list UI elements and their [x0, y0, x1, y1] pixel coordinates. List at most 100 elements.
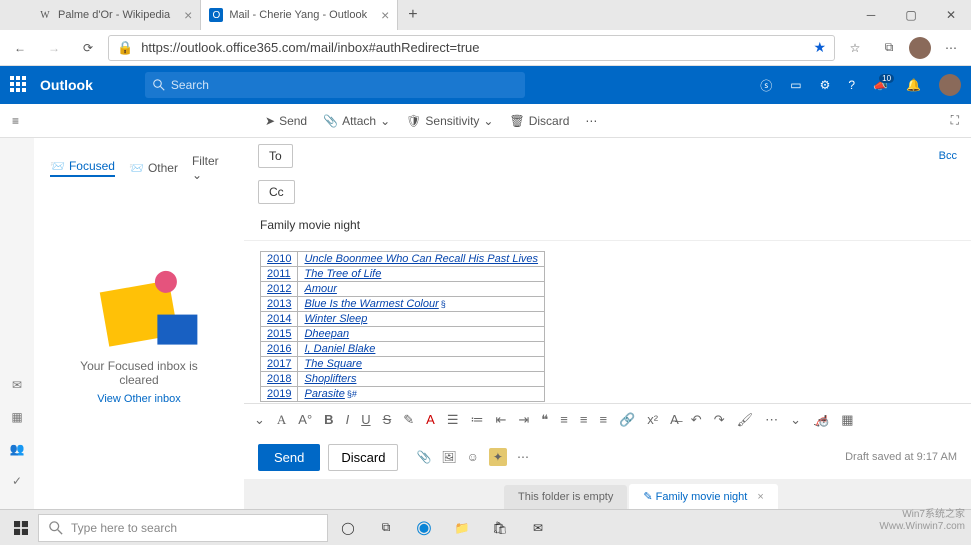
sensitivity-command[interactable]: 🛡Sensitivity⌄ — [406, 114, 493, 128]
favorite-star-icon[interactable]: ★ — [813, 39, 826, 56]
accessibility-icon[interactable]: 🦽 — [813, 412, 829, 428]
close-tab-icon[interactable]: × — [184, 7, 192, 23]
people-rail-icon[interactable]: 👥 — [10, 442, 25, 456]
back-button[interactable]: ← — [6, 34, 34, 62]
send-icon: ➤ — [265, 114, 275, 128]
app-launcher-icon[interactable] — [10, 76, 28, 94]
taskbar-search-placeholder: Type here to search — [71, 521, 177, 535]
attach-icon: 📎 — [323, 114, 338, 128]
bullets-icon[interactable]: ☰ — [447, 412, 459, 428]
filter-dropdown[interactable]: Filter ⌄ — [192, 154, 228, 182]
mail-rail-icon[interactable]: ✉ — [12, 378, 22, 392]
suggestions-icon[interactable]: ✦ — [489, 448, 507, 466]
close-tab-icon[interactable]: × — [381, 7, 389, 23]
styles-icon[interactable]: ⌄ — [790, 412, 801, 428]
font-color-icon[interactable]: A — [277, 412, 286, 428]
help-icon[interactable]: ? — [848, 78, 855, 92]
more-commands[interactable]: ⋯ — [585, 114, 597, 128]
collections-button[interactable]: ⧉ — [875, 34, 903, 62]
tasks-rail-icon[interactable]: ✓ — [12, 474, 22, 488]
superscript-icon[interactable]: x² — [647, 412, 658, 427]
mail-taskbar-icon[interactable]: ✉ — [520, 513, 556, 543]
chevron-down-icon: ⌄ — [380, 114, 390, 128]
minimize-button[interactable]: ─ — [851, 0, 891, 30]
outlook-today-icon[interactable]: ▭ — [790, 78, 801, 92]
bcc-link[interactable]: Bcc — [939, 150, 957, 162]
browser-tab-wikipedia[interactable]: W Palme d'Or - Wikipedia × — [30, 0, 201, 30]
undo-icon[interactable]: ↶ — [691, 412, 702, 428]
calendar-rail-icon[interactable]: ▦ — [11, 410, 22, 424]
send-button[interactable]: Send — [258, 444, 320, 471]
insert-picture-icon[interactable]: 🖼 — [441, 450, 456, 464]
taskbar-search-input[interactable]: Type here to search — [38, 514, 328, 542]
quote-icon[interactable]: ❝ — [541, 412, 548, 428]
start-button[interactable] — [6, 513, 36, 543]
chevron-down-icon: ⌄ — [483, 114, 493, 128]
attach-file-icon[interactable]: 📎 — [416, 450, 431, 464]
profile-avatar[interactable] — [909, 37, 931, 59]
strikethrough-button[interactable]: S — [383, 412, 392, 427]
more-format-icon[interactable]: ⋯ — [765, 412, 778, 428]
to-button[interactable]: To — [258, 144, 293, 168]
align-right-icon[interactable]: ≡ — [599, 412, 607, 427]
hamburger-menu-icon[interactable]: ≡ — [12, 114, 19, 128]
message-body[interactable]: 2010Uncle Boonmee Who Can Recall His Pas… — [244, 241, 971, 403]
microsoft-store-icon[interactable]: 🛍 — [482, 513, 518, 543]
compose-command-bar: ≡ ➤Send 📎Attach⌄ 🛡Sensitivity⌄ 🗑Discard … — [0, 104, 971, 138]
underline-button[interactable]: U — [361, 412, 370, 427]
redo-icon[interactable]: ↷ — [714, 412, 725, 428]
forward-button[interactable]: → — [40, 34, 68, 62]
sensitivity-icon: 🛡 — [406, 114, 421, 128]
draft-tab[interactable]: ✎ Family movie night× — [629, 484, 777, 509]
file-explorer-icon[interactable]: 📁 — [444, 513, 480, 543]
empty-inbox-illustration — [100, 280, 178, 346]
bold-button[interactable]: B — [324, 412, 333, 427]
table-icon[interactable]: ▦ — [841, 412, 853, 428]
notifications-bell-icon[interactable]: 🔔 — [906, 78, 921, 92]
cortana-icon[interactable]: ◯ — [330, 513, 366, 543]
other-tab[interactable]: 📨Other — [129, 161, 178, 175]
close-draft-tab-icon[interactable]: × — [757, 491, 763, 503]
format-painter-icon[interactable]: 🖌 — [737, 412, 754, 428]
account-avatar[interactable] — [939, 74, 961, 96]
view-other-inbox-link[interactable]: View Other inbox — [97, 393, 181, 405]
maximize-button[interactable]: ▢ — [891, 0, 931, 30]
favorites-button[interactable]: ☆ — [841, 34, 869, 62]
highlight-icon[interactable]: ✎ — [403, 412, 414, 428]
align-center-icon[interactable]: ≡ — [580, 412, 588, 427]
url-field[interactable]: 🔒 https://outlook.office365.com/mail/inb… — [108, 35, 835, 61]
more-actions-icon[interactable]: ⋯ — [517, 450, 529, 464]
italic-button[interactable]: I — [346, 412, 350, 427]
outlook-search-input[interactable]: Search — [145, 72, 525, 98]
menu-button[interactable]: ⋯ — [937, 34, 965, 62]
expand-icon[interactable]: ⛶ — [951, 113, 959, 128]
browser-tab-outlook[interactable]: O Mail - Cherie Yang - Outlook × — [201, 0, 398, 30]
numbering-icon[interactable]: ≔ — [470, 412, 483, 428]
font-size-icon[interactable]: A° — [298, 412, 312, 427]
link-icon[interactable]: 🔗 — [619, 412, 635, 428]
discard-command[interactable]: 🗑Discard — [509, 114, 569, 128]
close-window-button[interactable]: ✕ — [931, 0, 971, 30]
attach-command[interactable]: 📎Attach⌄ — [323, 114, 390, 128]
clear-format-icon[interactable]: A̶ — [670, 412, 679, 427]
new-tab-button[interactable]: + — [398, 6, 427, 24]
subject-field[interactable]: Family movie night — [244, 210, 971, 241]
send-command[interactable]: ➤Send — [265, 114, 307, 128]
format-toolbar: ⌄ A A° B I U S ✎ A ☰ ≔ ⇤ ⇥ ❝ ≡ ≡ ≡ 🔗 x² … — [244, 403, 971, 435]
align-left-icon[interactable]: ≡ — [560, 412, 568, 427]
focused-tab[interactable]: 📨Focused — [50, 159, 115, 177]
outdent-icon[interactable]: ⇤ — [495, 412, 506, 428]
font-dropdown-icon[interactable]: ⌄ — [254, 412, 265, 428]
announcements-icon[interactable]: 📣10 — [873, 78, 888, 92]
indent-icon[interactable]: ⇥ — [518, 412, 529, 428]
emoji-icon[interactable]: ☺ — [467, 450, 479, 464]
discard-button[interactable]: Discard — [328, 444, 398, 471]
refresh-button[interactable]: ⟳ — [74, 34, 102, 62]
task-view-icon[interactable]: ⧉ — [368, 513, 404, 543]
font-color-picker-icon[interactable]: A — [426, 412, 435, 427]
skype-icon[interactable]: ⓢ — [760, 77, 772, 94]
cc-button[interactable]: Cc — [258, 180, 295, 204]
empty-folder-tab[interactable]: This folder is empty — [504, 485, 627, 509]
edge-taskbar-icon[interactable]: ◉ — [406, 513, 442, 543]
settings-gear-icon[interactable]: ⚙ — [820, 78, 831, 92]
